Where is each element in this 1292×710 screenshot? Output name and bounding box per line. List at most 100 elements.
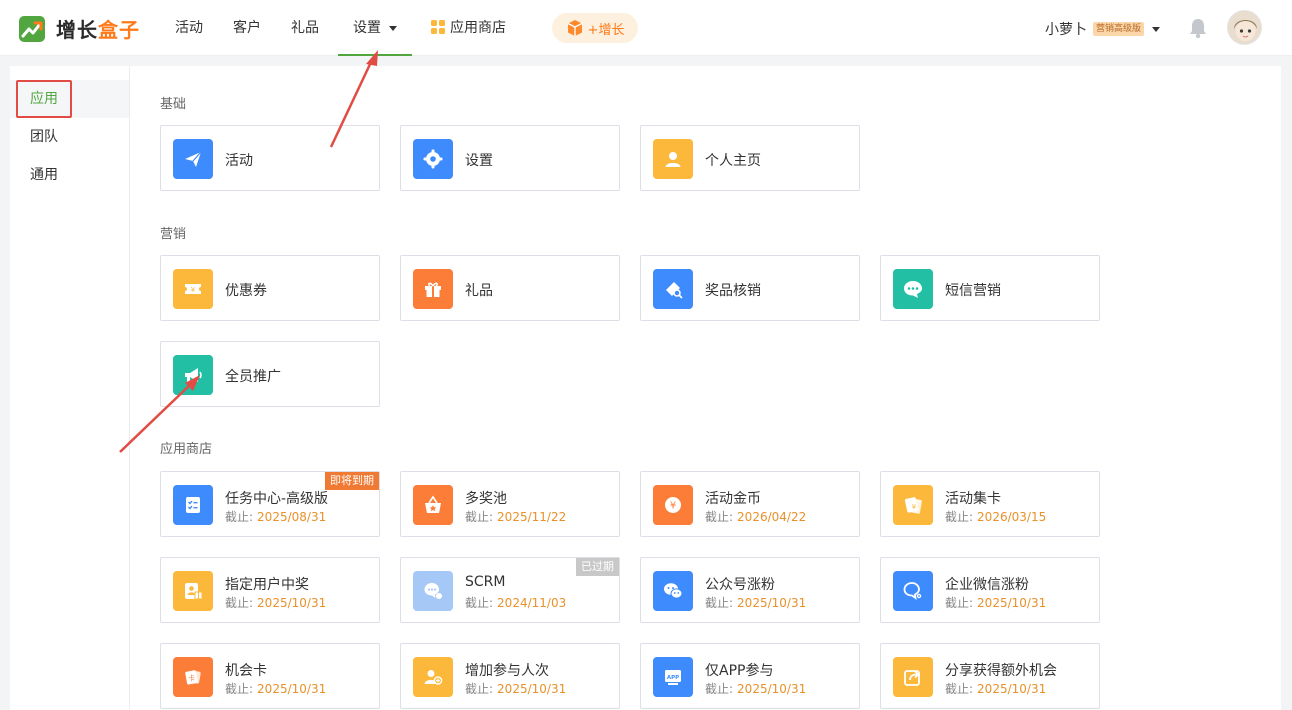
package-icon: [567, 20, 582, 36]
plan-badge: 营销高级版: [1093, 22, 1145, 36]
expiry-label: 截止:: [945, 682, 974, 696]
app-logo[interactable]: 增长盒子: [18, 14, 140, 43]
user-name: 小萝卜: [1045, 22, 1087, 38]
app-card-add-participation[interactable]: 增加参与人次 截止: 2025/10/31: [400, 643, 620, 709]
app-card-work-wechat[interactable]: 企业微信涨粉 截止: 2025/10/31: [880, 557, 1100, 623]
app-card-share-chance[interactable]: 分享获得额外机会 截止: 2025/10/31: [880, 643, 1100, 709]
expiry-text: 截止: 2026/03/15: [945, 508, 1046, 525]
app-card-coupon[interactable]: ¥ 优惠券: [160, 255, 380, 321]
app-card-multi-pool[interactable]: 多奖池 截止: 2025/11/22: [400, 471, 620, 537]
gear-icon: [413, 139, 453, 179]
app-card-name: 全员推广: [225, 369, 281, 385]
app-card-task-center[interactable]: 任务中心-高级版 截止: 2025/08/31 即将到期: [160, 471, 380, 537]
app-card-name: 活动金币: [705, 491, 761, 507]
expiry-text: 截止: 2025/10/31: [225, 594, 326, 611]
section-title-store: 应用商店: [160, 442, 213, 457]
app-icon: APP: [653, 657, 693, 697]
chevron-down-icon: [389, 25, 397, 31]
cards-icon: ¥: [893, 485, 933, 525]
expiry-text: 截止: 2025/08/31: [225, 508, 326, 525]
megaphone-icon: [173, 355, 213, 395]
coupon-icon: ¥: [173, 269, 213, 309]
nav-gifts[interactable]: 礼品: [276, 0, 334, 56]
nav-settings[interactable]: 设置: [338, 0, 412, 56]
user-menu[interactable]: 小萝卜 营销高级版: [1045, 19, 1161, 39]
sidebar-item-label: 团队: [30, 129, 58, 145]
app-card-gift[interactable]: 礼品: [400, 255, 620, 321]
app-card-sms[interactable]: 短信营销: [880, 255, 1100, 321]
ticket-search-icon: [653, 269, 693, 309]
nav-customers[interactable]: 客户: [218, 0, 276, 56]
svg-text:APP: APP: [667, 675, 679, 681]
app-card-activity[interactable]: 活动: [160, 125, 380, 191]
basket-star-icon: [413, 485, 453, 525]
app-card-promotion[interactable]: 全员推广: [160, 341, 380, 407]
sidebar-item-label: 通用: [30, 167, 58, 183]
app-card-settings[interactable]: 设置: [400, 125, 620, 191]
expiry-text: 截止: 2025/10/31: [705, 680, 806, 697]
app-card-scrm[interactable]: SCRM 截止: 2024/11/03 已过期: [400, 557, 620, 623]
app-card-name: 多奖池: [465, 491, 507, 507]
expiry-date: 2025/10/31: [737, 596, 807, 610]
app-card-name: 机会卡: [225, 663, 267, 679]
svg-text:¥: ¥: [670, 501, 676, 512]
app-card-name: 设置: [465, 153, 493, 169]
app-card-name: 分享获得额外机会: [945, 663, 1057, 679]
app-card-name: 公众号涨粉: [705, 577, 775, 593]
expiry-label: 截止:: [945, 596, 974, 610]
expiry-date: 2025/10/31: [977, 682, 1047, 696]
avatar-image: [1228, 11, 1261, 44]
coin-icon: ¥: [653, 485, 693, 525]
nav-app-store[interactable]: 应用商店: [416, 0, 521, 56]
logo-icon: [19, 15, 45, 42]
app-card-name: 指定用户中奖: [225, 577, 309, 593]
logo-text: 增长盒子: [56, 18, 140, 42]
app-card-name: 仅APP参与: [705, 663, 774, 679]
app-card-designated-winner[interactable]: 指定用户中奖 截止: 2025/10/31: [160, 557, 380, 623]
app-card-prize-verify[interactable]: 奖品核销: [640, 255, 860, 321]
expiry-text: 截止: 2024/11/03: [465, 594, 566, 611]
svg-text:卡: 卡: [188, 674, 195, 683]
expiry-label: 截止:: [225, 682, 254, 696]
chat-users-icon: [413, 571, 453, 611]
expiry-text: 截止: 2025/10/31: [705, 594, 806, 611]
nav-settings-label: 设置: [353, 20, 381, 36]
expiry-label: 截止:: [705, 596, 734, 610]
app-card-app-only[interactable]: APP 仅APP参与 截止: 2025/10/31: [640, 643, 860, 709]
expiry-label: 截止:: [465, 682, 494, 696]
expiry-date: 2025/11/22: [497, 510, 567, 524]
expiry-text: 截止: 2026/04/22: [705, 508, 806, 525]
nav-activity[interactable]: 活动: [160, 0, 218, 56]
card-icon: 卡: [173, 657, 213, 697]
app-card-name: 短信营销: [945, 283, 1001, 299]
expiry-date: 2025/08/31: [257, 510, 327, 524]
expiry-label: 截止:: [225, 596, 254, 610]
main-nav: 活动 客户 礼品 设置 应用商店: [160, 0, 521, 56]
nav-app-store-label: 应用商店: [450, 20, 506, 36]
sidebar-item-team[interactable]: 团队: [10, 118, 129, 156]
expiry-date: 2025/10/31: [737, 682, 807, 696]
app-card-name: 礼品: [465, 283, 493, 299]
grow-button[interactable]: +增长: [552, 13, 638, 43]
app-card-profile[interactable]: 个人主页: [640, 125, 860, 191]
checklist-icon: [173, 485, 213, 525]
avatar[interactable]: [1227, 10, 1262, 45]
expiry-text: 截止: 2025/10/31: [945, 594, 1046, 611]
bell-icon[interactable]: [1187, 17, 1209, 39]
expiry-date: 2026/04/22: [737, 510, 807, 524]
app-card-coins[interactable]: ¥ 活动金币 截止: 2026/04/22: [640, 471, 860, 537]
expiry-date: 2024/11/03: [497, 596, 567, 610]
expiry-label: 截止:: [465, 596, 494, 610]
app-card-official-account[interactable]: 公众号涨粉 截止: 2025/10/31: [640, 557, 860, 623]
person-icon: [653, 139, 693, 179]
app-card-name: SCRM: [465, 574, 506, 590]
sidebar-item-general[interactable]: 通用: [10, 156, 129, 194]
app-card-collect-cards[interactable]: ¥ 活动集卡 截止: 2026/03/15: [880, 471, 1100, 537]
chevron-down-icon: [1152, 26, 1161, 32]
app-card-name: 企业微信涨粉: [945, 577, 1029, 593]
app-card-chance-card[interactable]: 卡 机会卡 截止: 2025/10/31: [160, 643, 380, 709]
expiry-date: 2025/10/31: [497, 682, 567, 696]
sidebar: 应用 团队 通用: [10, 66, 130, 710]
expiry-label: 截止:: [465, 510, 494, 524]
expiry-date: 2025/10/31: [977, 596, 1047, 610]
